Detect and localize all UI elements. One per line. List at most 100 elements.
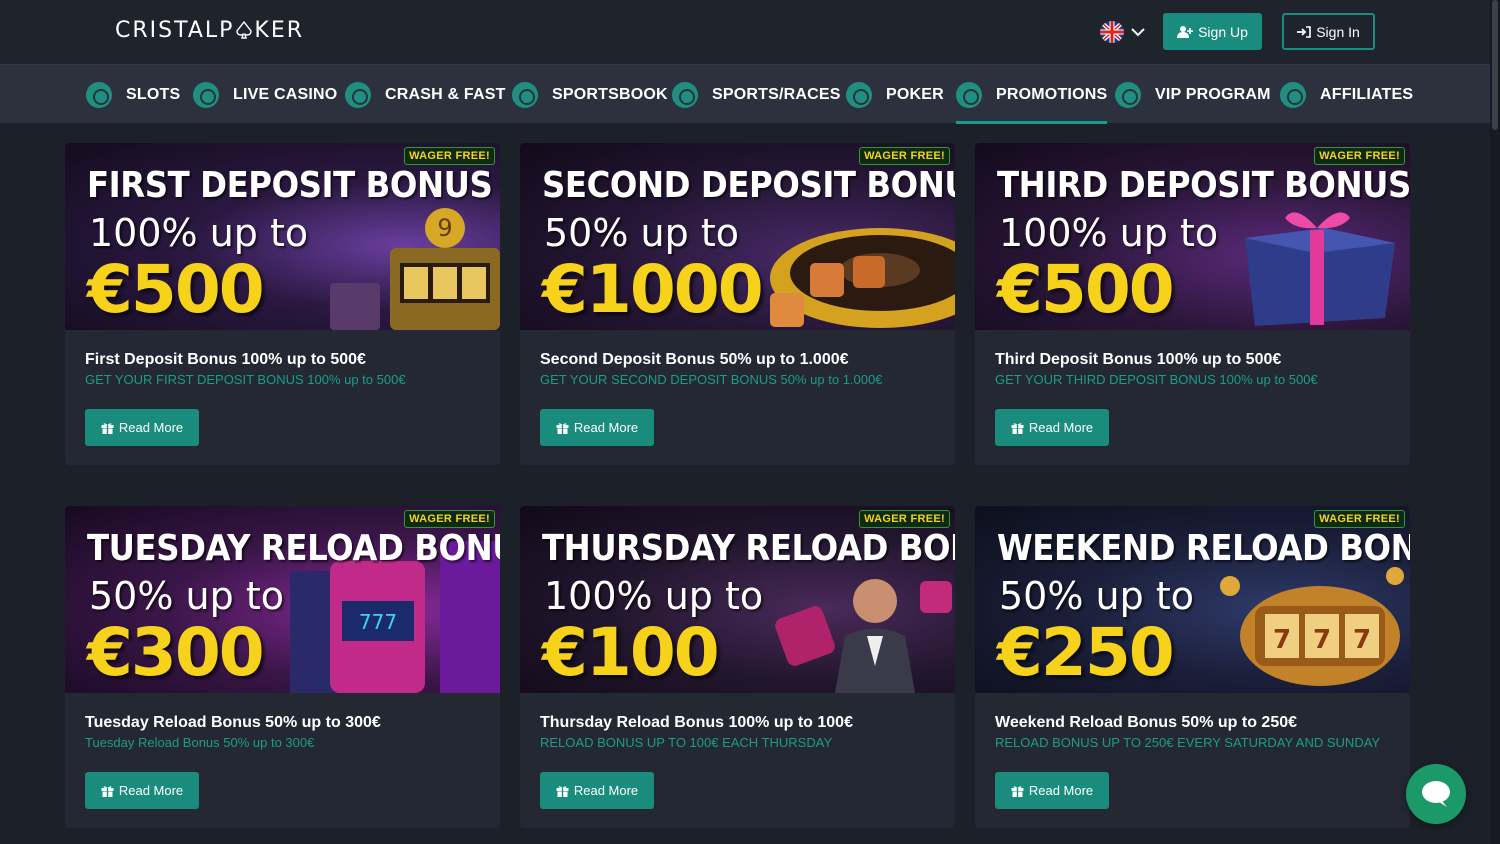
svg-text:9: 9 — [437, 214, 452, 242]
card-body: Tuesday Reload Bonus 50% up to 300€ Tues… — [65, 693, 500, 828]
banner-amount: €500 — [87, 251, 265, 328]
nav-item-promotions[interactable]: PROMOTIONS — [956, 65, 1108, 124]
banner-title: WEEKEND RELOAD BONUS — [997, 528, 1410, 569]
read-more-button[interactable]: Read More — [540, 409, 654, 446]
promo-card: WAGER FREE! SECOND DEPOSIT BONUS 50% up … — [520, 143, 955, 465]
card-body: Thursday Reload Bonus 100% up to 100€ RE… — [520, 693, 955, 828]
banner-amount: €250 — [997, 614, 1175, 691]
read-more-label: Read More — [118, 420, 184, 435]
banner-subtitle: 100% up to — [89, 211, 309, 255]
read-more-label: Read More — [573, 783, 639, 798]
nav-item-label: LIVE CASINO — [233, 85, 338, 103]
nav-item-affiliates[interactable]: AFFILIATES — [1280, 65, 1413, 124]
banner-title: FIRST DEPOSIT BONUS — [87, 165, 493, 206]
read-more-label: Read More — [1028, 783, 1094, 798]
wager-free-badge: WAGER FREE! — [404, 147, 495, 165]
banner-title: SECOND DEPOSIT BONUS — [542, 165, 955, 206]
wager-free-badge: WAGER FREE! — [859, 510, 950, 528]
promo-banner[interactable]: 777 WAGER FREE! TUESDAY RELOAD BONUS 50%… — [65, 506, 500, 693]
promo-card: 9 WAGER FREE! FIRST DEPOSIT BONUS 100% u… — [65, 143, 500, 465]
promo-banner[interactable]: WAGER FREE! SECOND DEPOSIT BONUS 50% up … — [520, 143, 955, 330]
read-more-button[interactable]: Read More — [85, 772, 199, 809]
card-title: Second Deposit Bonus 50% up to 1.000€ — [540, 351, 849, 368]
gift-icon — [556, 422, 569, 434]
read-more-button[interactable]: Read More — [995, 409, 1109, 446]
promo-card: WAGER FREE! THURSDAY RELOAD BONUS 100% u… — [520, 506, 955, 828]
card-body: First Deposit Bonus 100% up to 500€ GET … — [65, 330, 500, 465]
page-scrollbar[interactable] — [1490, 0, 1500, 844]
banner-amount: €1000 — [542, 251, 764, 328]
spade-icon — [236, 20, 253, 39]
card-title: Weekend Reload Bonus 50% up to 250€ — [995, 714, 1298, 731]
card-title: Tuesday Reload Bonus 50% up to 300€ — [85, 714, 381, 731]
card-description: RELOAD BONUS UP TO 100€ EACH THURSDAY — [540, 735, 833, 750]
banner-subtitle: 100% up to — [544, 574, 764, 618]
sign-in-button[interactable]: Sign In — [1282, 13, 1375, 50]
live-chat-button[interactable] — [1406, 764, 1466, 824]
svg-text:777: 777 — [359, 610, 397, 634]
banner-subtitle: 50% up to — [544, 211, 739, 255]
read-more-label: Read More — [118, 783, 184, 798]
banner-subtitle: 100% up to — [999, 211, 1219, 255]
nav-item-poker[interactable]: POKER — [846, 65, 944, 124]
banner-title: TUESDAY RELOAD BONUS — [87, 528, 500, 569]
sign-up-button[interactable]: Sign Up — [1163, 13, 1262, 50]
slot-machine-image: 9 — [330, 208, 500, 330]
nav-item-label: AFFILIATES — [1320, 85, 1414, 103]
nav-item-label: POKER — [886, 85, 944, 103]
banner-title: THIRD DEPOSIT BONUS — [997, 165, 1410, 206]
svg-text:7: 7 — [1273, 625, 1291, 655]
promo-banner[interactable]: 777 WAGER FREE! WEEKEND RELOAD BONUS 50%… — [975, 506, 1410, 693]
read-more-button[interactable]: Read More — [540, 772, 654, 809]
banner-subtitle: 50% up to — [89, 574, 284, 618]
nav-item-label: VIP PROGRAM — [1155, 85, 1271, 103]
gift-icon — [956, 81, 982, 108]
gift-icon — [101, 785, 114, 797]
chat-bubble-icon — [1422, 781, 1450, 807]
read-more-button[interactable]: Read More — [85, 409, 199, 446]
gift-icon — [1011, 422, 1024, 434]
nav-item-label: SLOTS — [126, 85, 181, 103]
nav-item-slots[interactable]: SLOTS — [86, 65, 180, 124]
soccer-ball-icon — [512, 81, 538, 108]
affiliates-icon — [1280, 81, 1306, 108]
main-nav: SLOTS LIVE CASINO CRASH & FAST SPORTSBOO… — [0, 64, 1490, 124]
live-casino-icon — [193, 81, 219, 108]
card-description: RELOAD BONUS UP TO 250€ EVERY SATURDAY A… — [995, 735, 1381, 750]
gift-icon — [1011, 785, 1024, 797]
nav-item-sports-races[interactable]: SPORTS/RACES — [672, 65, 841, 124]
banner-title: THURSDAY RELOAD BONUS — [542, 528, 955, 569]
scrollbar-thumb[interactable] — [1492, 0, 1498, 130]
wager-free-badge: WAGER FREE! — [1314, 510, 1405, 528]
nav-item-sportsbook[interactable]: SPORTSBOOK — [512, 65, 668, 124]
banner-amount: €100 — [542, 614, 720, 691]
promo-banner[interactable]: 9 WAGER FREE! FIRST DEPOSIT BONUS 100% u… — [65, 143, 500, 330]
nav-item-label: SPORTS/RACES — [712, 85, 841, 103]
card-description: GET YOUR FIRST DEPOSIT BONUS 100% up to … — [85, 372, 406, 387]
card-description: GET YOUR THIRD DEPOSIT BONUS 100% up to … — [995, 372, 1318, 387]
nav-item-vip-program[interactable]: VIP PROGRAM — [1115, 65, 1271, 124]
svg-text:7: 7 — [1353, 625, 1371, 655]
roulette-dice-image — [770, 228, 955, 328]
promo-banner[interactable]: WAGER FREE! THIRD DEPOSIT BONUS 100% up … — [975, 143, 1410, 330]
sign-in-label: Sign In — [1316, 23, 1360, 40]
wager-free-badge: WAGER FREE! — [404, 510, 495, 528]
nav-item-live-casino[interactable]: LIVE CASINO — [193, 65, 337, 124]
gift-box-image — [1245, 212, 1395, 326]
language-selector[interactable] — [1100, 21, 1150, 43]
card-title: Third Deposit Bonus 100% up to 500€ — [995, 351, 1282, 368]
read-more-label: Read More — [573, 420, 639, 435]
chevron-down-icon — [1131, 28, 1145, 37]
nav-item-label: CRASH & FAST — [385, 85, 506, 103]
promo-banner[interactable]: WAGER FREE! THURSDAY RELOAD BONUS 100% u… — [520, 506, 955, 693]
read-more-button[interactable]: Read More — [995, 772, 1109, 809]
card-body: Weekend Reload Bonus 50% up to 250€ RELO… — [975, 693, 1410, 828]
banner-amount: €300 — [87, 614, 265, 691]
nav-item-crash-fast[interactable]: CRASH & FAST — [345, 65, 506, 124]
sign-in-icon — [1297, 25, 1312, 38]
card-body: Third Deposit Bonus 100% up to 500€ GET … — [975, 330, 1410, 465]
sign-up-label: Sign Up — [1198, 23, 1248, 40]
card-body: Second Deposit Bonus 50% up to 1.000€ GE… — [520, 330, 955, 465]
logo[interactable]: CRISTALP KER — [115, 18, 304, 43]
crown-icon — [1115, 81, 1141, 108]
